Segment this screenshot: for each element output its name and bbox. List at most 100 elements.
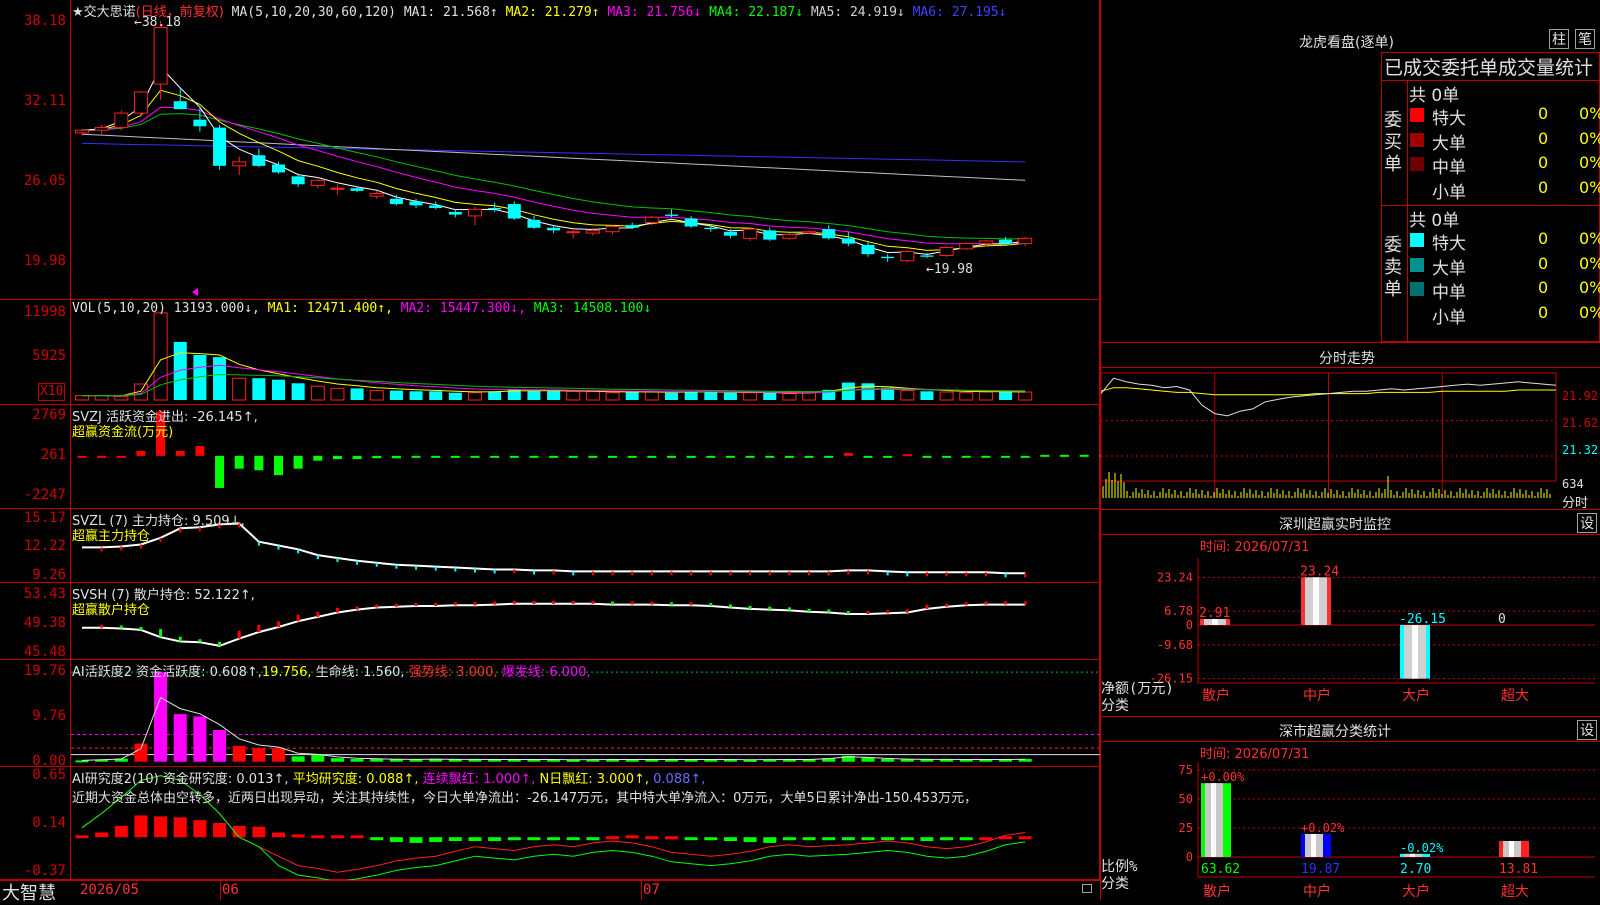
svzj-bar-40 — [863, 455, 873, 458]
buy-row-name-1: 大单 — [1432, 133, 1466, 154]
date-tick-jul — [641, 880, 642, 900]
class-value-3: 13.81 — [1499, 862, 1538, 877]
vol-bar-16 — [389, 390, 403, 400]
ma-value-4: MA4: 22.187↓ — [709, 5, 811, 20]
sell-row-pct-0: 0% — [1579, 229, 1600, 248]
ai2-bar-24 — [547, 837, 561, 841]
svsh-line — [82, 602, 1026, 647]
svzj-bar-45 — [961, 455, 971, 458]
class-bar-hl-0 — [1211, 783, 1216, 857]
vol-bar-8 — [232, 377, 247, 401]
buy-row-name-0: 特大 — [1432, 109, 1466, 129]
ma-value-3: MA3: 21.756↓ — [607, 5, 710, 20]
ai2-bar-25 — [566, 837, 580, 841]
svzj-bar-47 — [1001, 455, 1011, 458]
monitor-bar-hl-2 — [1412, 625, 1418, 679]
buy-row-pct-0: 0% — [1579, 104, 1600, 123]
vol-bar-42 — [900, 390, 915, 401]
svzj-bar-28 — [627, 455, 637, 458]
svsh-ytick-1: 49.38 — [23, 615, 66, 632]
svzj-bar-9 — [254, 455, 264, 471]
high-price-label: ←38.18 — [134, 15, 181, 30]
ai2-bar-39 — [841, 837, 855, 841]
vol-bar-28 — [625, 392, 639, 400]
vol-bar-5 — [173, 341, 187, 400]
intraday-chart[interactable] — [1101, 368, 1600, 508]
svzj-bar-6 — [195, 446, 205, 456]
ai2-bar-2 — [114, 825, 128, 838]
sell-row-pct-2: 0% — [1579, 278, 1600, 297]
vol-bar-33 — [723, 392, 737, 400]
ai1-bar-41 — [881, 759, 895, 762]
ai2-bar-40 — [861, 837, 875, 841]
candle-body-6 — [193, 119, 207, 127]
sell-row-name-0: 特大 — [1432, 234, 1466, 254]
vol-bar-44 — [939, 391, 954, 401]
tick-mode-button[interactable]: 笔 — [1575, 29, 1595, 49]
vol-bar-26 — [585, 390, 600, 401]
candle-body-21 — [488, 208, 502, 210]
monitor-ytick-3: -9.68 — [1157, 638, 1193, 652]
intraday-title: 分时走势 — [1319, 351, 1375, 367]
vol-bar-19 — [448, 392, 462, 400]
svzj-tail-50 — [1060, 454, 1069, 457]
class-chart[interactable]: 75 50 25 0 比例%分类 +0.00% 63.62 散户 +0.02% 19.87 中户 -0… — [1101, 757, 1600, 900]
candle-body-25 — [566, 231, 581, 234]
ai2-bar-35 — [763, 837, 777, 843]
class-title-divider — [1100, 741, 1600, 742]
side-label-divider — [1407, 80, 1408, 342]
candle-body-24 — [547, 227, 561, 231]
vol-bar-36 — [782, 392, 797, 401]
svzj-bar-31 — [686, 455, 696, 458]
ai2-bar-48 — [1018, 836, 1032, 840]
chart-area[interactable] — [71, 0, 1100, 880]
monitor-cat-1: 中户 — [1303, 687, 1331, 704]
svzj-bar-1 — [97, 455, 107, 458]
candle-body-11 — [291, 176, 305, 185]
ai1-v2: 19.756, — [261, 665, 312, 680]
ai2-bar-0 — [75, 835, 89, 839]
ai2-bar-20 — [468, 837, 482, 841]
ai1-label: AI活跃度2 资金活跃度: 0.608↑, — [72, 665, 262, 680]
ai2-bar-41 — [881, 837, 895, 841]
candle-body-26 — [585, 229, 600, 234]
monitor-chart[interactable]: 23.246.780-9.68-26.15净额(万元)分类2.91散户23.24… — [1101, 550, 1600, 715]
vol-bar-0 — [75, 395, 89, 401]
date-tick-jun — [220, 880, 221, 900]
svzj-sub: 超赢资金流(万元) — [72, 425, 174, 440]
svzj-bar-19 — [450, 455, 460, 458]
svzj-bar-2 — [116, 455, 126, 458]
column-mode-button[interactable]: 柱 — [1549, 29, 1569, 49]
vol-ytick-0: 11998 — [23, 303, 66, 320]
class-settings-button[interactable]: 设 — [1577, 720, 1597, 740]
vol-bar-15 — [369, 390, 384, 401]
main-ytick-3: 19.98 — [23, 253, 66, 270]
lock-icon[interactable] — [1082, 884, 1092, 893]
candle-body-9 — [252, 155, 266, 166]
ai1-bar-7 — [213, 730, 227, 762]
monitor-settings-button[interactable]: 设 — [1577, 513, 1597, 533]
sell-row-swatch-0 — [1410, 233, 1424, 247]
ai2-bar-4 — [154, 816, 168, 838]
candle-body-42 — [900, 251, 915, 262]
svzj-bar-7 — [215, 455, 225, 488]
ai2-bar-36 — [782, 837, 796, 841]
monitor-bottom-divider — [1100, 716, 1600, 717]
stat-title: 已成交委托单成交量统计 — [1384, 57, 1594, 79]
intraday-ytick-0: 21.92 — [1562, 389, 1599, 403]
svzj-bar-42 — [902, 454, 912, 457]
ai2-bar-6 — [193, 820, 207, 838]
candle-body-45 — [959, 243, 974, 250]
vol-bar-34 — [743, 392, 758, 401]
ai2-bar-32 — [704, 837, 718, 841]
buy-row-val-3: 0 — [1538, 177, 1549, 197]
stock-title[interactable]: ★交大思诺 — [72, 5, 136, 20]
main-ytick-1: 32.11 — [23, 93, 66, 110]
candle-body-17 — [409, 201, 423, 206]
ma-value-2: MA2: 21.279↑ — [505, 5, 608, 20]
sell-row-val-3: 0 — [1538, 302, 1549, 322]
candle-body-0 — [75, 129, 89, 134]
ai2-bar-1 — [95, 832, 109, 838]
vol-bar-46 — [978, 391, 993, 401]
vol-unit-box[interactable]: X10 — [38, 383, 66, 401]
